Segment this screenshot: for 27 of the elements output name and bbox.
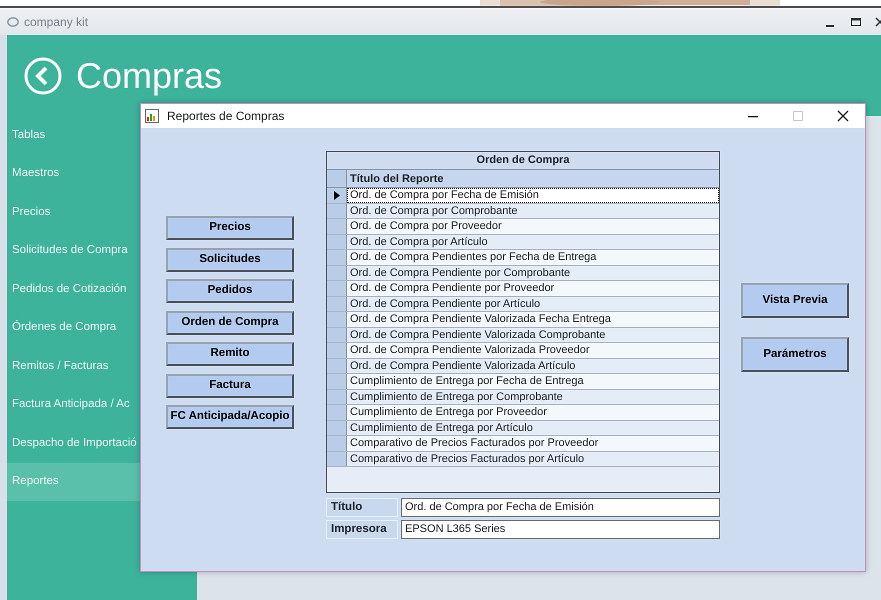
category-button[interactable]: Pedidos bbox=[166, 279, 294, 303]
report-row[interactable]: Cumplimiento de Entrega por Proveedor bbox=[347, 405, 719, 420]
report-row[interactable]: Ord. de Compra Pendiente Valorizada Proveedor bbox=[347, 343, 719, 358]
report-row[interactable]: Ord. de Compra por Proveedor bbox=[347, 219, 719, 234]
dialog-title: Reportes de Compras bbox=[167, 108, 284, 125]
report-row[interactable]: Ord. de Compra por Fecha de Emisión bbox=[347, 188, 719, 202]
category-button[interactable]: Orden de Compra bbox=[166, 310, 294, 334]
category-button[interactable]: Solicitudes bbox=[166, 248, 294, 272]
report-row[interactable]: Ord. de Compra Pendiente Valorizada Fecha Entrega bbox=[347, 312, 719, 326]
input-field[interactable]: Ord. de Compra por Fecha de Emisión bbox=[401, 498, 720, 517]
input-field[interactable]: EPSON L365 Series bbox=[401, 520, 720, 539]
field-label: Título bbox=[326, 498, 398, 517]
category-button[interactable]: Precios bbox=[166, 216, 294, 240]
category-button[interactable]: Remito bbox=[166, 342, 294, 366]
category-button[interactable]: FC Anticipada/Acopio bbox=[166, 405, 294, 429]
action-button[interactable]: Parámetros bbox=[741, 337, 849, 372]
column-header: Título del Reporte bbox=[349, 172, 444, 186]
action-button[interactable]: Vista Previa bbox=[741, 283, 849, 318]
report-row[interactable]: Comparativo de Precios Facturados por Proveedor bbox=[347, 436, 719, 450]
report-row[interactable]: Cumplimiento de Entrega por Fecha de Entrega bbox=[347, 374, 719, 388]
page-title: Compras bbox=[76, 54, 222, 98]
window-title: company kit bbox=[24, 14, 88, 30]
grid-group-header: Orden de Compra bbox=[327, 152, 719, 170]
category-button[interactable]: Factura bbox=[166, 374, 294, 398]
report-row[interactable]: Ord. de Compra Pendiente por Proveedor bbox=[347, 281, 719, 296]
report-row[interactable]: Ord. de Compra Pendientes por Fecha de Entrega bbox=[347, 250, 719, 264]
field-label: Impresora bbox=[326, 520, 398, 539]
